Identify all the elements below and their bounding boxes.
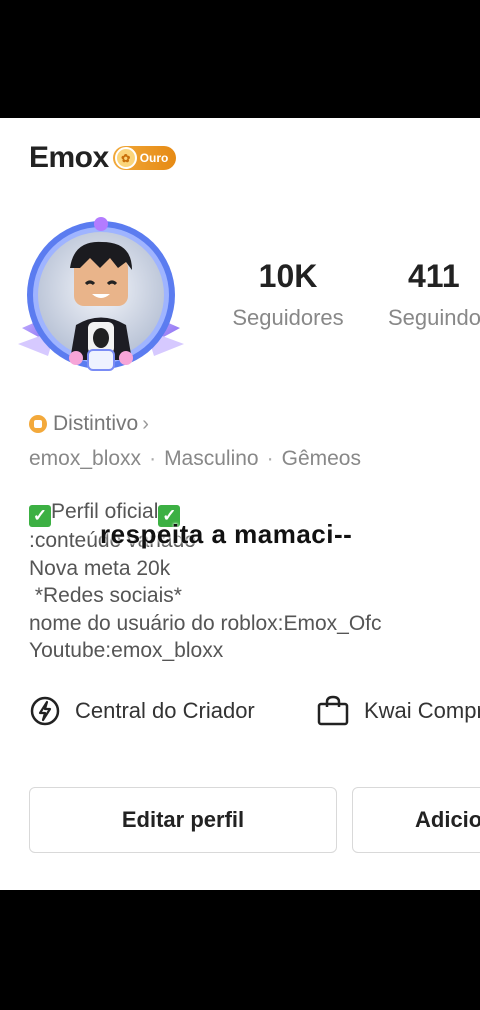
kwai-shop-label: Kwai Compras bbox=[364, 698, 480, 723]
gender: Masculino bbox=[164, 447, 259, 470]
distintivo-label: Distintivo bbox=[53, 412, 139, 435]
bio-line-4: *Redes sociais* bbox=[29, 584, 182, 607]
distintivo-link[interactable]: Distintivo › bbox=[29, 412, 149, 436]
edit-profile-button[interactable]: Editar perfil bbox=[29, 787, 337, 853]
video-caption-overlay: respeita a mamaci-- bbox=[100, 519, 353, 549]
meta-separator: · bbox=[149, 447, 157, 470]
following-label: Seguindo bbox=[388, 305, 480, 330]
profile-name: Emox bbox=[29, 141, 109, 174]
followers-label: Seguidores bbox=[232, 305, 344, 330]
shopping-bag-icon bbox=[317, 695, 349, 726]
badge-hex-icon bbox=[29, 415, 47, 433]
bio-line-3: Nova meta 20k bbox=[29, 556, 171, 580]
followers-stat[interactable]: 10K Seguidores bbox=[228, 258, 348, 331]
rank-badge[interactable]: ✿ Ouro bbox=[112, 146, 177, 170]
profile-header: Emox ✿ Ouro bbox=[29, 141, 177, 175]
kwai-shop-link[interactable]: Kwai Compras bbox=[316, 695, 480, 727]
following-stat[interactable]: 411 Seguindo bbox=[388, 258, 480, 331]
rank-badge-label: Ouro bbox=[139, 151, 169, 165]
profile-panel: Emox ✿ Ouro 10K Seguidores 411 Seguindo … bbox=[0, 118, 480, 890]
creator-center-link[interactable]: Central do Criador bbox=[29, 695, 255, 727]
bolt-circle-icon bbox=[30, 696, 60, 726]
followers-count: 10K bbox=[258, 258, 318, 294]
medal-icon: ✿ bbox=[114, 147, 137, 169]
creator-center-label: Central do Criador bbox=[75, 698, 255, 723]
avatar[interactable] bbox=[14, 210, 188, 384]
chevron-right-icon: › bbox=[142, 412, 149, 435]
zodiac-sign: Gêmeos bbox=[281, 447, 361, 470]
bio-line-5: nome do usuário do roblox:Emox_Ofc bbox=[29, 611, 382, 635]
profile-meta: emox_bloxx · Masculino · Gêmeos bbox=[29, 447, 361, 471]
following-count: 411 bbox=[408, 258, 460, 294]
username: emox_bloxx bbox=[29, 447, 142, 470]
check-icon: ✓ bbox=[29, 505, 51, 527]
add-friend-button[interactable]: Adicionar bbox=[352, 787, 480, 853]
bio-line-6: Youtube:emox_bloxx bbox=[29, 639, 224, 662]
meta-separator: · bbox=[266, 447, 274, 470]
